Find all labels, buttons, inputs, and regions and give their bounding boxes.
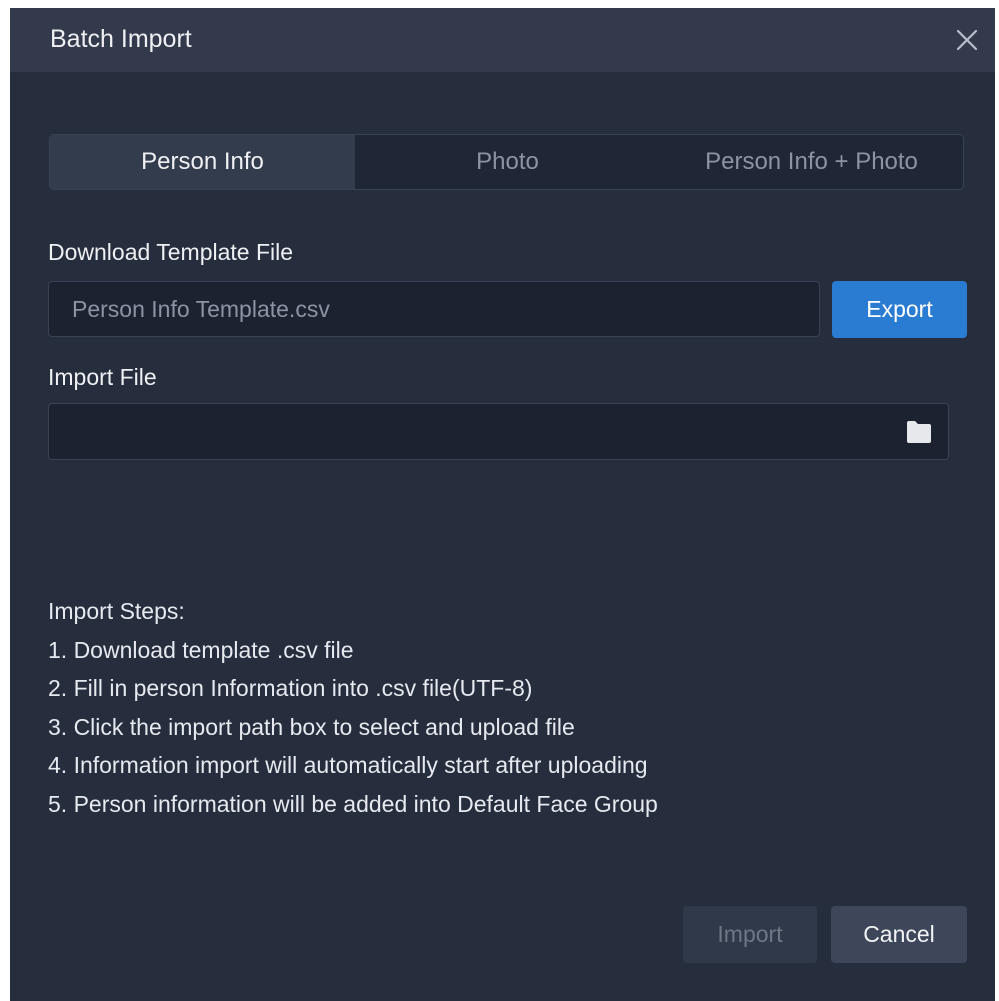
step-item: 5. Person information will be added into… (48, 790, 658, 817)
template-file-name: Person Info Template.csv (72, 296, 330, 322)
tab-photo[interactable]: Photo (355, 135, 660, 189)
close-icon[interactable] (953, 26, 981, 54)
import-type-tabs: Person Info Photo Person Info + Photo (49, 134, 964, 190)
template-file-field: Person Info Template.csv (48, 281, 820, 337)
download-template-label: Download Template File (48, 239, 294, 265)
step-item: 2. Fill in person Information into .csv … (48, 675, 533, 701)
batch-import-dialog: Batch Import Person Info Photo Person In… (10, 8, 995, 1001)
tab-person-info-photo[interactable]: Person Info + Photo (660, 135, 963, 189)
steps-heading: Import Steps: (48, 598, 185, 624)
tab-person-info[interactable]: Person Info (50, 135, 355, 189)
step-item: 4. Information import will automatically… (48, 752, 648, 778)
dialog-titlebar: Batch Import (10, 8, 995, 72)
dialog-title: Batch Import (50, 25, 192, 53)
cancel-button[interactable]: Cancel (831, 906, 967, 963)
import-file-input[interactable] (48, 403, 949, 460)
step-item: 1. Download template .csv file (48, 636, 354, 663)
import-steps: Import Steps: 1. Download template .csv … (48, 592, 658, 823)
step-item: 3. Click the import path box to select a… (48, 713, 575, 740)
folder-icon[interactable] (904, 419, 934, 445)
import-file-label: Import File (48, 364, 157, 390)
export-button[interactable]: Export (832, 281, 967, 338)
import-button[interactable]: Import (683, 906, 817, 963)
